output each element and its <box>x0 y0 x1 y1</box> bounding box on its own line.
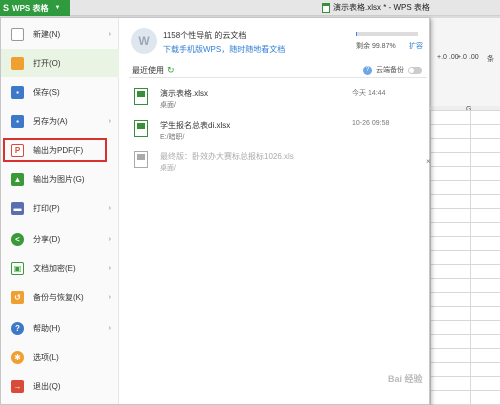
gear-icon: ✱ <box>11 350 24 364</box>
chevron-right-icon: › <box>108 117 111 125</box>
file-time: 今天 14:44 <box>352 90 386 97</box>
help-icon: ? <box>11 321 24 335</box>
menu-item-label: 选项(L) <box>33 352 59 362</box>
file-path: 桌面/ <box>160 165 176 172</box>
refresh-icon[interactable]: ↻ <box>167 65 175 76</box>
cloud-backup-label: 云端备份 <box>376 67 404 74</box>
save-as-icon: ▪ <box>11 114 24 128</box>
menu-item-label: 分享(D) <box>33 234 61 244</box>
watermark: Bai 经验 <box>388 374 423 384</box>
ribbon-item-decimal-2[interactable]: +.0 .00 <box>457 54 479 61</box>
spreadsheet-file-icon <box>322 2 330 13</box>
menu-item-label: 保存(S) <box>33 87 60 97</box>
recent-header: 最近使用 ↻ <box>132 65 175 76</box>
cloud-logo-icon: W <box>138 34 150 48</box>
menu-item-encrypt[interactable]: ▣ 文档加密(E) › <box>1 254 119 282</box>
list-item[interactable]: 学生报名总表di.xlsx E:/暗职/ 10-26 09:58 <box>134 118 429 148</box>
menu-item-new[interactable]: 新建(N) › <box>1 20 119 48</box>
image-icon: ▲ <box>11 172 24 186</box>
cloud-backup-toggle[interactable] <box>408 66 422 74</box>
menu-item-help[interactable]: ? 帮助(H) › <box>1 314 119 342</box>
cloud-account-name: 1158个性导航 的云文档 <box>163 31 247 40</box>
cloud-backup: ? 云端备份 <box>363 65 422 75</box>
list-item[interactable]: 最终版：卧效办大赛标总报标1026.xls 桌面/ × <box>134 149 431 179</box>
storage-remaining: 剩余 99.87% <box>356 43 396 50</box>
avatar[interactable]: W <box>131 28 157 54</box>
divider <box>129 77 427 78</box>
spreadsheet-file-icon <box>134 88 148 105</box>
file-name: 演示表格.xlsx <box>160 89 208 98</box>
recent-title: 最近使用 <box>132 66 164 75</box>
menu-item-label: 新建(N) <box>33 29 61 39</box>
menu-item-label: 打开(O) <box>33 58 61 68</box>
chevron-right-icon: › <box>108 235 111 243</box>
exit-icon: → <box>11 379 24 393</box>
menu-item-label: 文档加密(E) <box>33 263 76 273</box>
file-path: E:/暗职/ <box>160 134 185 141</box>
menu-item-label: 打印(P) <box>33 203 60 213</box>
ribbon-background: +.0 .00 +.0 .00 条 <box>430 18 500 108</box>
chevron-right-icon: › <box>108 30 111 38</box>
menu-item-export-image[interactable]: ▲ 输出为图片(G) <box>1 165 119 193</box>
menu-command-list: 新建(N) › 打开(O) ▪ 保存(S) ▪ 另存为(A) › P 输出为PD… <box>1 18 119 404</box>
cloud-account: W 1158个性导航 的云文档 下载手机版WPS，随时随地看文档 剩余 99.8… <box>131 26 427 66</box>
doc-title-text: 演示表格.xlsx * - WPS 表格 <box>333 3 430 12</box>
menu-item-label: 输出为图片(G) <box>33 174 85 184</box>
list-item[interactable]: 演示表格.xlsx 桌面/ 今天 14:44 <box>134 86 429 116</box>
menu-item-label: 另存为(A) <box>33 116 68 126</box>
backup-icon: ↺ <box>11 290 24 304</box>
menu-item-open[interactable]: 打开(O) <box>1 49 119 77</box>
spreadsheet-file-icon <box>134 151 148 168</box>
expand-storage-link[interactable]: 扩容 <box>409 41 423 51</box>
app-button-label: WPS 表格 <box>12 3 49 13</box>
menu-item-save[interactable]: ▪ 保存(S) <box>1 78 119 106</box>
menu-item-label: 退出(Q) <box>33 381 61 391</box>
spreadsheet-grid[interactable] <box>430 110 500 405</box>
caret-down-icon: ▼ <box>54 5 61 11</box>
download-mobile-link[interactable]: 下载手机版WPS，随时随地看文档 <box>163 44 285 55</box>
spreadsheet-file-icon <box>134 120 148 137</box>
menu-item-save-as[interactable]: ▪ 另存为(A) › <box>1 107 119 135</box>
title-bar: S WPS 表格 ▼ 演示表格.xlsx * - WPS 表格 <box>0 0 500 16</box>
folder-open-icon <box>11 56 24 70</box>
menu-item-backup[interactable]: ↺ 备份与恢复(K) › <box>1 283 119 311</box>
menu-item-print[interactable]: ▬ 打印(P) › <box>1 194 119 222</box>
chevron-right-icon: › <box>108 204 111 212</box>
share-icon: < <box>11 232 24 246</box>
file-time: 10-26 09:58 <box>352 120 390 127</box>
file-name: 最终版：卧效办大赛标总报标1026.xls <box>160 152 294 161</box>
menu-item-exit[interactable]: → 退出(Q) <box>1 372 119 400</box>
info-icon[interactable]: ? <box>363 65 372 75</box>
chevron-right-icon: › <box>108 264 111 272</box>
document-title: 演示表格.xlsx * - WPS 表格 <box>322 2 430 13</box>
ribbon-item-bar[interactable]: 条 <box>487 54 494 64</box>
new-doc-icon <box>11 27 24 41</box>
file-menu: 新建(N) › 打开(O) ▪ 保存(S) ▪ 另存为(A) › P 输出为PD… <box>0 17 431 405</box>
menu-item-label: 备份与恢复(K) <box>33 292 84 302</box>
chevron-right-icon: › <box>108 324 111 332</box>
ribbon-item-decimal[interactable]: +.0 .00 <box>437 54 459 61</box>
file-name: 学生报名总表di.xlsx <box>160 121 231 130</box>
file-path: 桌面/ <box>160 102 176 109</box>
storage-usage-bar <box>356 32 418 36</box>
close-icon[interactable]: × <box>426 157 431 166</box>
printer-icon: ▬ <box>11 201 24 215</box>
storage-usage-fill <box>356 32 358 36</box>
save-icon: ▪ <box>11 85 24 99</box>
menu-item-share[interactable]: < 分享(D) › <box>1 225 119 253</box>
menu-item-label: 帮助(H) <box>33 323 61 333</box>
highlight-box <box>3 138 107 162</box>
wps-menu-button[interactable]: S WPS 表格 ▼ <box>0 0 70 16</box>
menu-item-options[interactable]: ✱ 选项(L) <box>1 343 119 371</box>
lock-doc-icon: ▣ <box>11 261 24 275</box>
wps-logo-icon: S <box>3 3 10 13</box>
chevron-right-icon: › <box>108 293 111 301</box>
